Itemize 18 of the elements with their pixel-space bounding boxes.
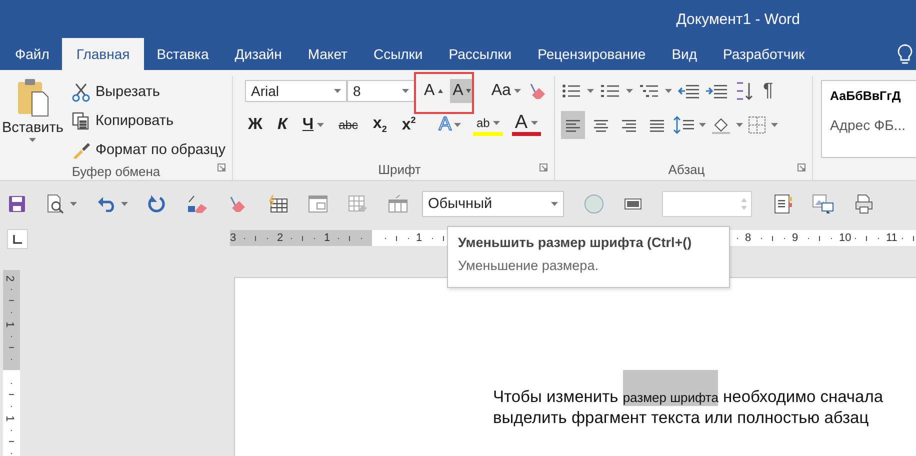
tooltip-description: Уменьшение размера. xyxy=(458,258,600,273)
ruler-number: 11 xyxy=(886,231,898,246)
ruler-number: 1 xyxy=(4,415,15,422)
ruler-number: 10 xyxy=(839,231,852,246)
tooltip-title: Уменьшить размер шрифта (Ctrl+() xyxy=(458,235,693,250)
ruler-number: 3 xyxy=(230,231,236,246)
ruler-number: 1 xyxy=(324,231,330,246)
ruler-number: 2 xyxy=(4,275,15,282)
ruler-number: 1 xyxy=(4,321,15,328)
window-title: Документ1 - Word xyxy=(676,10,800,28)
group-label: Буфер обмена xyxy=(72,164,160,179)
document-paragraph: Чтобы изменить размер шрифта необходимо сначала выделить фрагмент текста или полностью абзац xyxy=(493,370,916,429)
ruler-number: 2 xyxy=(277,231,284,246)
ruler-number: 1 xyxy=(416,231,422,246)
group-label: Абзац xyxy=(668,162,705,176)
ruler-number: 9 xyxy=(792,231,798,246)
ruler-number: 8 xyxy=(745,231,752,246)
group-label: Шрифт xyxy=(378,162,421,176)
